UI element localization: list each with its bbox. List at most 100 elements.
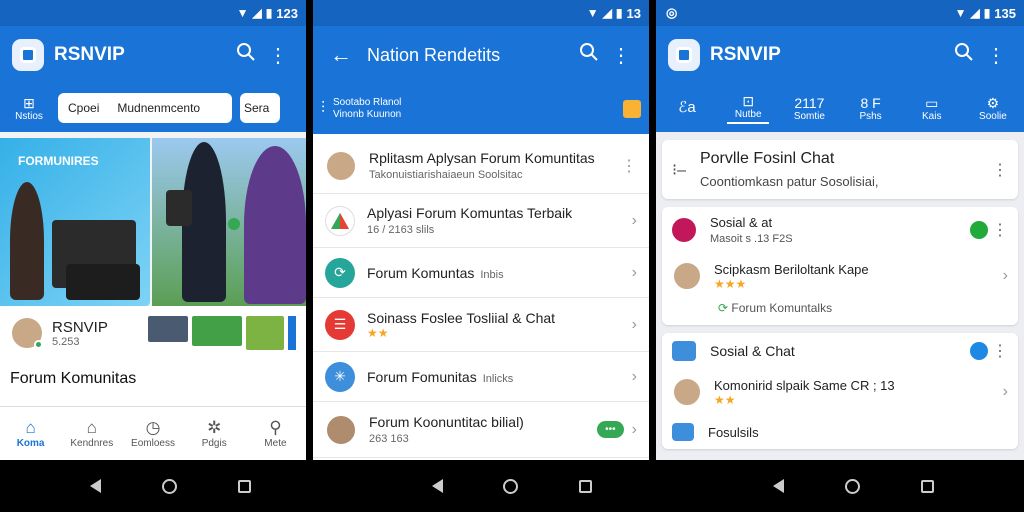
person-figure bbox=[10, 182, 44, 300]
bars-icon: ⫶ bbox=[321, 100, 326, 117]
more-vert-icon[interactable]: ⋮ bbox=[992, 341, 1008, 361]
list-item[interactable]: Aplyasi Forum Komuntas Terbaik 16 / 2163… bbox=[313, 194, 649, 248]
nav-segment bbox=[341, 460, 682, 512]
avatar bbox=[672, 261, 702, 291]
more-vert-icon[interactable]: ⋮ bbox=[980, 43, 1012, 68]
tab-fa[interactable]: ℰa bbox=[666, 100, 708, 116]
tab-active[interactable]: ⊡ Nutbe bbox=[727, 92, 770, 124]
tab-somtie[interactable]: 2117 Somtie bbox=[788, 95, 830, 122]
bottom-nav: ⌂ Koma ⌂ Kendnres ◷ Eomloess ✲ Pdgis ⚲ M… bbox=[0, 406, 306, 460]
home-circle-icon[interactable] bbox=[844, 478, 860, 494]
nav-events[interactable]: ◷ Eomloess bbox=[122, 407, 183, 460]
list-item-subtitle: Inlicks bbox=[482, 372, 514, 385]
battery-icon: ▮ bbox=[983, 6, 991, 20]
more-vert-icon[interactable]: ⋮ bbox=[262, 43, 294, 68]
recents-icon[interactable] bbox=[579, 479, 593, 493]
app-bar: ← Nation Rendetits ⋮ bbox=[313, 26, 649, 84]
thumbnail-strip[interactable] bbox=[148, 316, 296, 350]
list-item-title: Sosial & at bbox=[710, 215, 773, 230]
search-icon[interactable] bbox=[573, 42, 605, 68]
back-icon[interactable] bbox=[431, 479, 443, 493]
back-icon[interactable] bbox=[773, 479, 785, 493]
app-title: RSNVIP bbox=[54, 44, 125, 65]
camera-notification-icon: ◎ bbox=[666, 5, 678, 20]
chat-list-card: Sosial & at Masoit s .13 F2S ⋮ Scipkasm … bbox=[662, 207, 1018, 325]
filter-chip-group[interactable]: Cpoei Mudnenmcento bbox=[58, 93, 232, 123]
hero-banner[interactable]: FORMUNIRES bbox=[0, 138, 306, 306]
list-item-subtitle: 263 163 bbox=[369, 433, 409, 445]
chip-2[interactable]: Mudnenmcento bbox=[117, 101, 200, 115]
tab-kais[interactable]: ▭ Kais bbox=[911, 95, 953, 122]
tab-pshs[interactable]: 8 F Pshs bbox=[850, 95, 892, 122]
tab-news-label: Nstios bbox=[15, 110, 43, 122]
list-item[interactable]: Forum Koonuntitac bilial) 263 163 ••• › bbox=[313, 402, 649, 458]
nav-segment bbox=[0, 460, 341, 512]
app-logo-icon[interactable] bbox=[12, 39, 44, 71]
back-arrow-icon[interactable]: ← bbox=[325, 42, 357, 68]
tablet-image bbox=[166, 190, 192, 226]
list-item[interactable]: Fosulsils bbox=[662, 415, 1018, 449]
recents-icon[interactable] bbox=[237, 479, 251, 493]
app-info-row[interactable]: RSNVIP 5.253 Forum Komunitas bbox=[0, 306, 306, 406]
chat-header-card[interactable]: ⁝– Porvlle Fosinl Chat Coontiomkasn patu… bbox=[662, 140, 1018, 199]
more-vert-icon[interactable]: ⋮ bbox=[992, 220, 1008, 240]
tab-count: 8 F bbox=[860, 94, 881, 111]
app-count: 5.253 bbox=[52, 335, 80, 348]
recents-icon[interactable] bbox=[920, 479, 934, 493]
puzzle-icon: ✲ bbox=[207, 418, 222, 437]
tab-soolie[interactable]: ⚙ Soolie bbox=[972, 95, 1014, 122]
chip-1[interactable]: Cpoei bbox=[68, 101, 99, 115]
sync-icon: ⟳ bbox=[718, 301, 732, 315]
list-item-title: Komonirid slpaik Same CR ; 13 bbox=[714, 377, 895, 393]
tab-news[interactable]: ⊞ Nstios bbox=[8, 95, 50, 122]
back-icon[interactable] bbox=[90, 479, 102, 493]
app-icon bbox=[672, 423, 694, 441]
more-vert-icon[interactable]: ⋮ bbox=[621, 156, 637, 176]
thumbnail[interactable] bbox=[246, 316, 284, 350]
menu-icon: ☰ bbox=[325, 309, 355, 340]
list-item[interactable]: Komonirid slpaik Same CR ; 13 ★★ › bbox=[662, 369, 1018, 415]
sync-icon: ⟳ bbox=[325, 257, 355, 288]
thumbnail[interactable] bbox=[148, 316, 188, 342]
wifi-icon: ▼ bbox=[586, 6, 599, 20]
more-vert-icon[interactable]: ⋮ bbox=[605, 43, 637, 68]
search-icon[interactable] bbox=[948, 42, 980, 68]
list-item[interactable]: ⟳ Forum Komuntas Inbis › bbox=[313, 248, 649, 298]
clock-icon: ◷ bbox=[145, 418, 161, 437]
nav-community[interactable]: ⌂ Kendnres bbox=[61, 407, 122, 460]
forum-list: Rplitasm Aplysan Forum Komuntitas Takonu… bbox=[313, 134, 649, 458]
thumbnail[interactable] bbox=[288, 316, 296, 350]
chip-3[interactable]: Sera bbox=[240, 93, 280, 123]
search-icon[interactable] bbox=[230, 42, 262, 68]
list-item[interactable]: Sosial & Chat ⋮ bbox=[662, 333, 1018, 369]
person-figure bbox=[244, 146, 306, 304]
nav-pages[interactable]: ✲ Pdgis bbox=[184, 407, 245, 460]
folder-icon[interactable] bbox=[623, 100, 641, 118]
list-item[interactable]: Sosial & at Masoit s .13 F2S ⋮ bbox=[662, 207, 1018, 253]
tab-label: Soolie bbox=[979, 110, 1007, 122]
tag-icon: ⊡ bbox=[742, 92, 755, 109]
list-item-title: Forum Fomunitas bbox=[367, 368, 477, 385]
status-bar: ▼ ◢ ▮ 123 bbox=[0, 0, 306, 26]
list-item[interactable]: Rplitasm Aplysan Forum Komuntitas Takonu… bbox=[313, 138, 649, 194]
chevron-right-icon: › bbox=[1002, 383, 1008, 400]
nav-more[interactable]: ⚲ Mete bbox=[245, 407, 306, 460]
app-title: Nation Rendetits bbox=[367, 44, 501, 65]
list-item[interactable]: ✳ Forum Fomunitas Inlicks › bbox=[313, 352, 649, 402]
tab-label: Kais bbox=[922, 110, 942, 122]
triangle-logo-icon bbox=[325, 205, 355, 236]
badge-icon bbox=[228, 218, 240, 230]
list-item-title: Scipkasm Beriloltank Kape bbox=[714, 261, 869, 277]
home-circle-icon[interactable] bbox=[503, 478, 519, 494]
list-item[interactable]: Scipkasm Beriloltank Kape ★★★ › bbox=[662, 253, 1018, 299]
app-logo-icon[interactable] bbox=[668, 39, 700, 71]
list-item[interactable]: ☰ Soinass Foslee Tosliial & Chat ★★ › bbox=[313, 298, 649, 352]
nav-home[interactable]: ⌂ Koma bbox=[0, 407, 61, 460]
more-vert-icon[interactable]: ⋮ bbox=[992, 160, 1008, 180]
nav-label: Pdgis bbox=[201, 438, 227, 449]
home-circle-icon[interactable] bbox=[162, 478, 178, 494]
thumbnail[interactable] bbox=[192, 316, 242, 346]
chat-icon bbox=[672, 341, 696, 361]
fa-icon: ℰa bbox=[678, 99, 696, 116]
card-footer[interactable]: ⟳ Forum Komuntalks bbox=[662, 299, 1018, 325]
